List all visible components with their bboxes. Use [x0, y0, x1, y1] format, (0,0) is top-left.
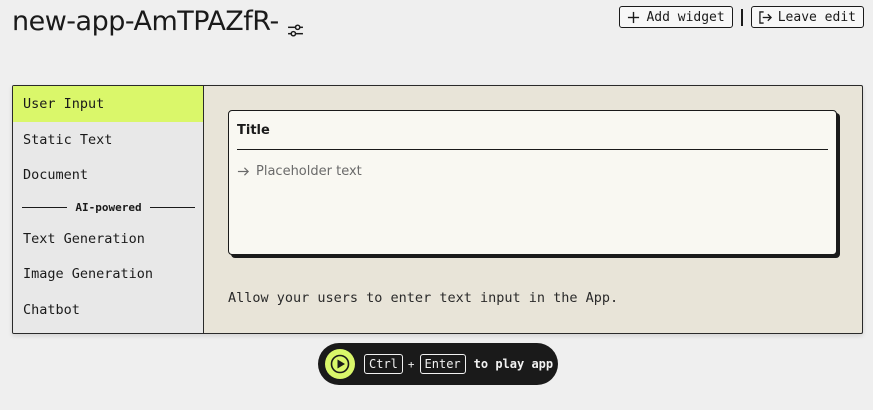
widget-preview-area: Title Placeholder text Allow your users … — [204, 86, 862, 333]
widget-description: Allow your users to enter text input in … — [228, 290, 619, 306]
widget-picker-panel: User Input Static Text Document AI-power… — [12, 85, 863, 334]
widget-sidebar: User Input Static Text Document AI-power… — [13, 86, 204, 333]
plus-sign: + — [407, 357, 415, 371]
divider-line — [22, 206, 68, 208]
sliders-icon[interactable] — [287, 15, 304, 37]
divider-line — [149, 206, 196, 208]
preview-title: Title — [237, 123, 270, 138]
widget-preview-card: Title Placeholder text — [228, 110, 837, 255]
play-app-bar: Ctrl + Enter to play app — [318, 343, 558, 385]
sidebar-item-user-input[interactable]: User Input — [13, 86, 203, 122]
sidebar-item-image-generation[interactable]: Image Generation — [13, 257, 203, 293]
ai-powered-section-header: AI-powered — [13, 193, 203, 221]
leave-edit-button[interactable]: Leave edit — [750, 6, 864, 28]
add-widget-label: Add widget — [646, 9, 725, 25]
sidebar-item-text-generation[interactable]: Text Generation — [13, 221, 203, 257]
leave-edit-label: Leave edit — [777, 9, 856, 25]
exit-icon — [758, 10, 772, 24]
divider — [740, 8, 743, 26]
sidebar-item-chatbot[interactable]: Chatbot — [13, 292, 203, 328]
sidebar-item-document[interactable]: Document — [13, 158, 203, 194]
plus-icon — [628, 11, 640, 23]
play-label: to play app — [473, 357, 554, 371]
enter-key: Enter — [419, 354, 466, 374]
section-label: AI-powered — [75, 200, 142, 214]
app-title-row: new-app-AmTPAZfR- — [12, 6, 304, 37]
ctrl-key: Ctrl — [364, 354, 403, 374]
play-icon — [330, 354, 350, 374]
header-actions: Add widget Leave edit — [619, 6, 864, 28]
preview-placeholder: Placeholder text — [256, 164, 362, 179]
preview-input: Placeholder text — [229, 150, 836, 179]
sidebar-item-static-text[interactable]: Static Text — [13, 122, 203, 158]
play-button[interactable] — [325, 349, 355, 379]
arrow-right-icon — [237, 167, 249, 176]
app-title[interactable]: new-app-AmTPAZfR- — [12, 6, 279, 37]
add-widget-button[interactable]: Add widget — [619, 6, 733, 28]
